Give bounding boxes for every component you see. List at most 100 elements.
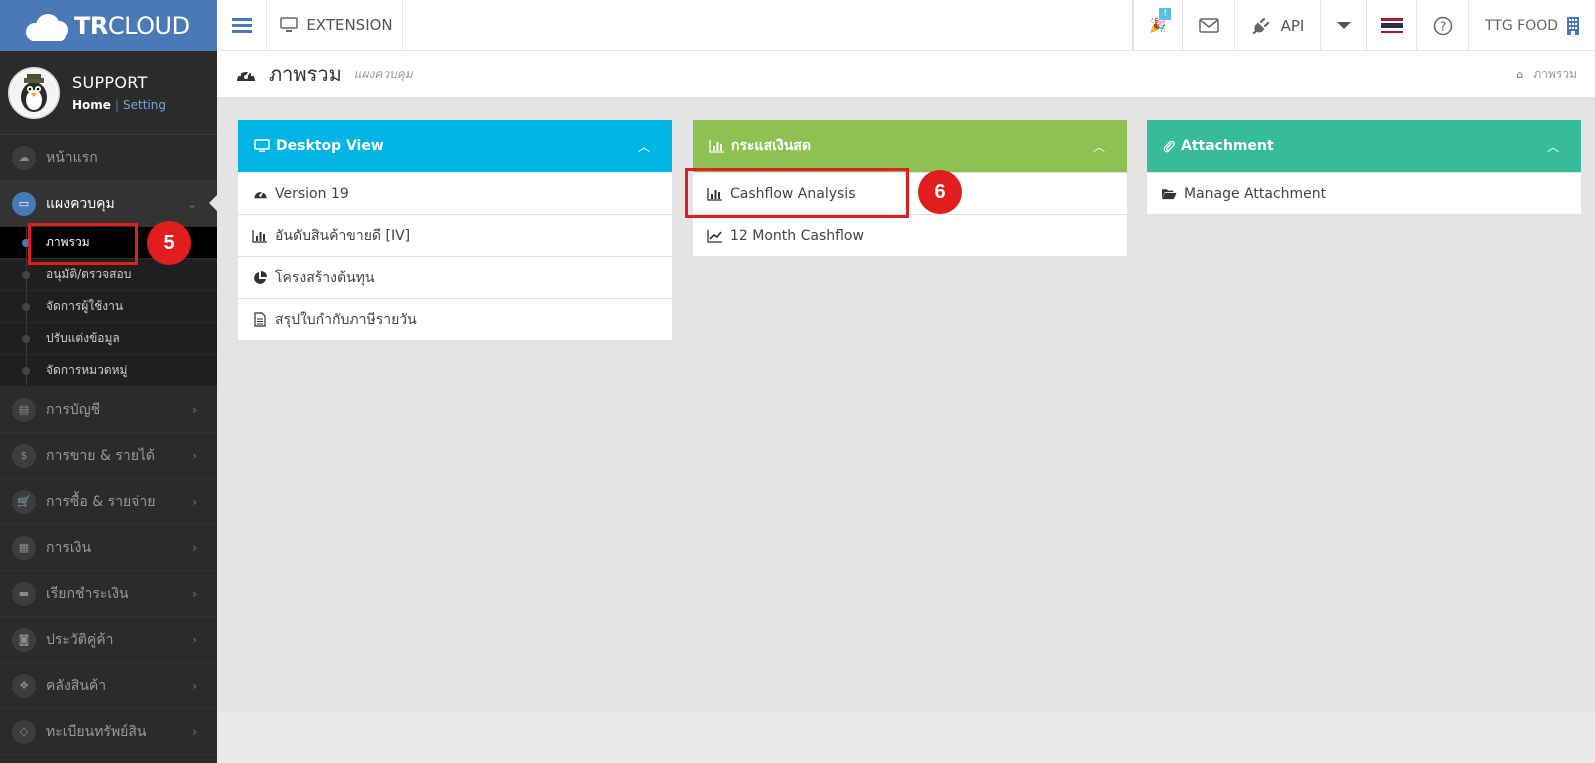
topbar-spacer [403,0,1133,50]
penguin-avatar-icon [11,69,57,116]
chevron-up-icon[interactable]: ︿ [1547,138,1559,155]
book-icon: ▤ [12,397,36,422]
annotation-highlight-step-6 [685,168,909,218]
sidebar-item-label: หน้าแรก [46,149,98,166]
mail-button[interactable] [1182,0,1234,51]
svg-text:?: ? [1439,19,1445,33]
credit-card-icon: ▬ [12,581,36,606]
link-best-selling[interactable]: อันดับสินค้าขายดี [IV] [238,214,672,256]
home-link[interactable]: Home [72,98,111,112]
sidebar-item-label: การขาย & รายได้ [46,447,156,464]
app-logo[interactable]: TRCLOUD [0,0,217,51]
dropdown-button[interactable] [1320,0,1366,51]
contact-book-icon: ◙ [12,627,36,652]
chevron-right-icon: › [192,586,197,601]
plug-icon [1252,17,1269,34]
chevron-up-icon[interactable]: ︿ [1093,138,1105,155]
pie-chart-icon [252,270,268,286]
page-subtitle: แผงควบคุม [353,66,413,81]
setting-link[interactable]: Setting [123,98,166,112]
sidebar-item-label: แผงควบคุม [46,195,115,212]
calendar-icon: ▦ [12,535,36,560]
link-label: Version 19 [275,185,349,202]
sidebar: SUPPORT Home | Setting ☁ หน้าแรก ▭ แผงควบค… [0,51,217,763]
submenu-label: จัดการหมวดหมู่ [46,363,128,377]
top-navbar: EXTENSION 🎉 ! API ? TTG FOOD [217,0,1595,51]
extension-label: EXTENSION [306,16,393,34]
language-button[interactable] [1366,0,1416,51]
link-version-19[interactable]: Version 19 [238,172,672,214]
sidebar-item-label: ทะเบียนทรัพย์สิน [46,723,147,740]
sidebar-item-finance[interactable]: ▦ การเงิน › [0,525,217,571]
panel-title: Desktop View [276,138,384,154]
sidebar-item-inventory[interactable]: ❖ คลังสินค้า › [0,663,217,709]
link-manage-attachment[interactable]: Manage Attachment [1147,172,1581,214]
api-label: API [1280,16,1305,35]
api-button[interactable]: API [1234,0,1320,51]
chevron-right-icon: › [192,724,197,739]
brand-name: TRCLOUD [74,11,190,40]
notification-button[interactable]: 🎉 ! [1133,0,1182,51]
avatar[interactable] [8,66,60,119]
sidebar-item-partners[interactable]: ◙ ประวัติคู่ค้า › [0,617,217,663]
extension-button[interactable]: EXTENSION [267,0,403,50]
sidebar-item-accounting[interactable]: ▤ การบัญชี › [0,387,217,433]
link-daily-tax-invoice[interactable]: สรุปใบกำกับภาษีรายวัน [238,298,672,340]
cubes-icon: ❖ [12,673,36,698]
hamburger-icon [231,15,252,36]
help-button[interactable]: ? [1416,0,1468,51]
link-label: 12 Month Cashflow [730,227,864,244]
panel-header[interactable]: กระแสเงินสด ︿ [693,120,1127,172]
sidebar-item-assets[interactable]: ◇ ทะเบียนทรัพย์สิน › [0,709,217,755]
submenu-label: จัดการผู้ใช้งาน [46,299,124,313]
question-circle-icon: ? [1433,16,1452,35]
monitor-icon: ▭ [12,191,36,216]
user-profile: SUPPORT Home | Setting [0,51,217,135]
cloud-icon: ☁ [12,145,36,170]
breadcrumb: ⌂ ภาพรวม [1516,65,1577,84]
dashboard-gauge-icon [235,63,257,85]
panel-header[interactable]: Desktop View ︿ [238,120,672,172]
submenu-customize[interactable]: ปรับแต่งข้อมูล [0,323,217,355]
panel-title: กระแสเงินสด [731,138,811,154]
annotation-highlight-step-5 [28,223,138,265]
chevron-down-icon: ⌄ [186,196,197,211]
sidebar-item-sales[interactable]: $ การขาย & รายได้ › [0,433,217,479]
diamond-icon: ◇ [12,719,36,744]
thai-flag-icon [1380,18,1403,33]
chevron-right-icon: › [192,678,197,693]
monitor-icon [280,17,299,32]
company-name: TTG FOOD [1485,17,1559,34]
chevron-up-icon[interactable]: ︿ [638,138,650,155]
link-12-month-cashflow[interactable]: 12 Month Cashflow [693,214,1127,256]
bar-chart-icon [709,139,725,153]
menu-toggle-button[interactable] [217,0,267,50]
home-icon[interactable]: ⌂ [1516,68,1523,81]
chevron-right-icon: › [192,540,197,555]
submenu-label: ปรับแต่งข้อมูล [46,331,120,345]
company-button[interactable]: TTG FOOD [1468,0,1595,51]
sidebar-item-home[interactable]: ☁ หน้าแรก [0,135,217,181]
panel-header[interactable]: Attachment ︿ [1147,120,1581,172]
line-chart-icon [707,228,723,244]
building-icon [1567,16,1580,35]
chevron-right-icon: › [192,494,197,509]
paperclip-icon [1163,139,1175,153]
breadcrumb-current: ภาพรวม [1533,66,1577,81]
sidebar-item-dashboard[interactable]: ▭ แผงควบคุม ⌄ [0,181,217,227]
submenu-categories[interactable]: จัดการหมวดหมู่ [0,355,217,387]
annotation-step-5: 5 [147,221,191,265]
submenu-label: อนุมัติ/ตรวจสอบ [46,267,132,281]
sidebar-item-label: การซื้อ & รายจ่าย [46,493,156,510]
page-title: ภาพรวม [269,62,342,86]
dollar-icon: $ [12,443,36,468]
link-cost-structure[interactable]: โครงสร้างต้นทุน [238,256,672,298]
panel-title: Attachment [1181,138,1274,154]
dashboard-gauge-icon [252,186,268,202]
profile-name: SUPPORT [72,73,148,92]
monitor-icon [254,139,270,153]
submenu-manage-users[interactable]: จัดการผู้ใช้งาน [0,291,217,323]
sidebar-item-purchase[interactable]: 🛒 การซื้อ & รายจ่าย › [0,479,217,525]
panel-desktop-view: Desktop View ︿ Version 19 อันดับสินค้าขา… [238,120,672,340]
sidebar-item-billing[interactable]: ▬ เรียกชำระเงิน › [0,571,217,617]
